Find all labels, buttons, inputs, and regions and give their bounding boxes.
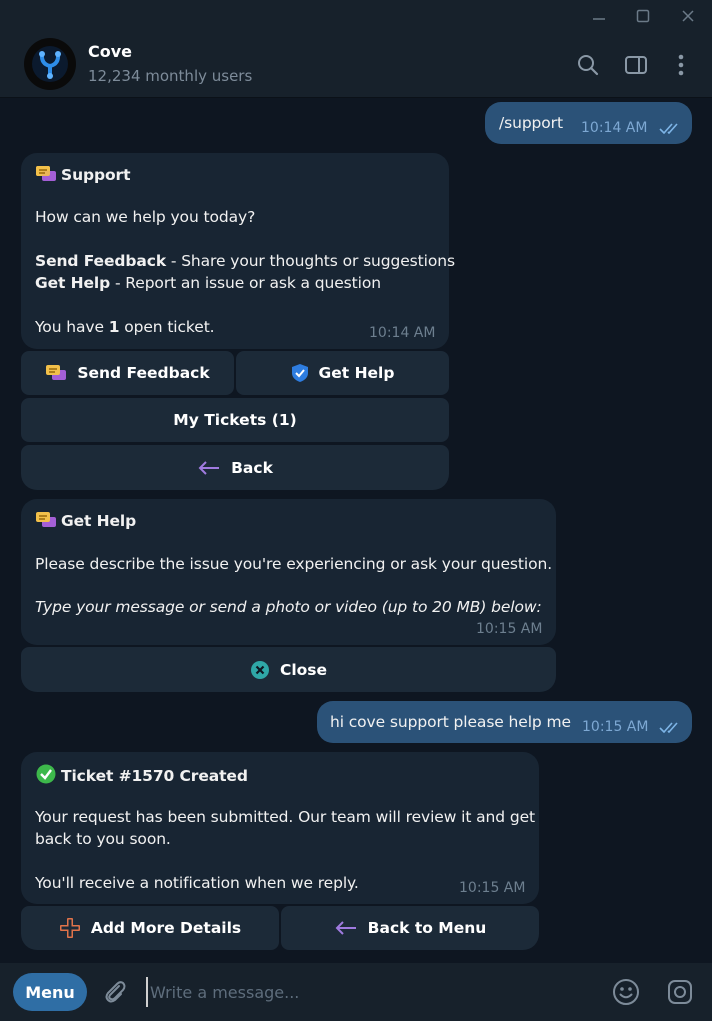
chat-subtitle: 12,234 monthly users xyxy=(88,67,253,85)
sidebar-toggle-icon[interactable] xyxy=(621,50,651,80)
bot-message-ticket-created: Ticket #1570 Created Your request has be… xyxy=(21,752,539,904)
plus-icon xyxy=(59,917,81,939)
menu-button[interactable]: Menu xyxy=(13,973,87,1011)
shield-icon xyxy=(291,363,309,383)
message-text: Get Help - Report an issue or ask a ques… xyxy=(35,274,381,292)
camera-icon[interactable] xyxy=(664,976,696,1008)
close-icon[interactable] xyxy=(666,0,710,32)
send-feedback-button[interactable]: Send Feedback xyxy=(21,351,234,395)
message-title: Ticket #1570 Created xyxy=(35,764,248,785)
back-button[interactable]: Back xyxy=(21,445,449,490)
back-to-menu-button[interactable]: Back to Menu xyxy=(281,906,539,950)
message-title: Support xyxy=(35,165,131,184)
avatar[interactable] xyxy=(24,38,76,90)
message-time: 10:14 AM xyxy=(581,120,648,136)
minimize-icon[interactable] xyxy=(577,0,621,32)
outgoing-message[interactable]: /support 10:14 AM xyxy=(485,102,692,144)
message-hint: Type your message or send a photo or vid… xyxy=(35,598,542,616)
arrow-left-icon xyxy=(334,920,358,936)
message-text: You'll receive a notification when we re… xyxy=(35,874,359,892)
bot-message-support: Support How can we help you today? Send … xyxy=(21,153,455,349)
message-time: 10:15 AM xyxy=(476,621,543,637)
emoji-icon[interactable] xyxy=(610,976,642,1008)
attach-icon[interactable] xyxy=(100,977,130,1007)
close-circle-icon xyxy=(250,660,270,680)
message-text: How can we help you today? xyxy=(35,208,256,226)
arrow-left-icon xyxy=(197,460,221,476)
window-titlebar xyxy=(0,0,712,32)
message-text: Your request has been submitted. Our tea… xyxy=(35,808,535,826)
speech-bubbles-icon xyxy=(35,165,57,183)
chat-header: Cove 12,234 monthly users xyxy=(0,32,712,98)
message-input[interactable] xyxy=(146,977,586,1007)
message-text: back to you soon. xyxy=(35,830,171,848)
message-text: Please describe the issue you're experie… xyxy=(35,555,553,573)
search-icon[interactable] xyxy=(573,50,603,80)
get-help-button[interactable]: Get Help xyxy=(236,351,449,395)
speech-bubbles-icon xyxy=(35,511,57,529)
chat-title[interactable]: Cove xyxy=(88,42,132,61)
add-more-details-button[interactable]: Add More Details xyxy=(21,906,279,950)
message-title: Get Help xyxy=(35,511,136,530)
cove-logo-icon xyxy=(32,46,68,82)
bot-message-get-help: Get Help Please describe the issue you'r… xyxy=(21,499,556,645)
message-text: hi cove support please help me xyxy=(330,713,571,731)
more-options-icon[interactable] xyxy=(666,50,696,80)
check-circle-icon xyxy=(35,764,57,784)
message-composer: Menu xyxy=(0,963,712,1021)
read-checkmarks-icon xyxy=(659,123,678,134)
speech-bubbles-icon xyxy=(45,364,67,382)
close-button[interactable]: Close xyxy=(21,647,556,692)
message-text: Send Feedback - Share your thoughts or s… xyxy=(35,252,455,270)
outgoing-message[interactable]: hi cove support please help me 10:15 AM xyxy=(317,701,692,743)
message-time: 10:15 AM xyxy=(459,880,526,896)
message-time: 10:14 AM xyxy=(369,325,436,341)
maximize-icon[interactable] xyxy=(621,0,665,32)
message-text: /support xyxy=(499,114,563,132)
message-text: You have 1 open ticket. xyxy=(35,318,215,336)
message-time: 10:15 AM xyxy=(582,719,649,735)
my-tickets-button[interactable]: My Tickets (1) xyxy=(21,398,449,442)
read-checkmarks-icon xyxy=(659,722,678,733)
